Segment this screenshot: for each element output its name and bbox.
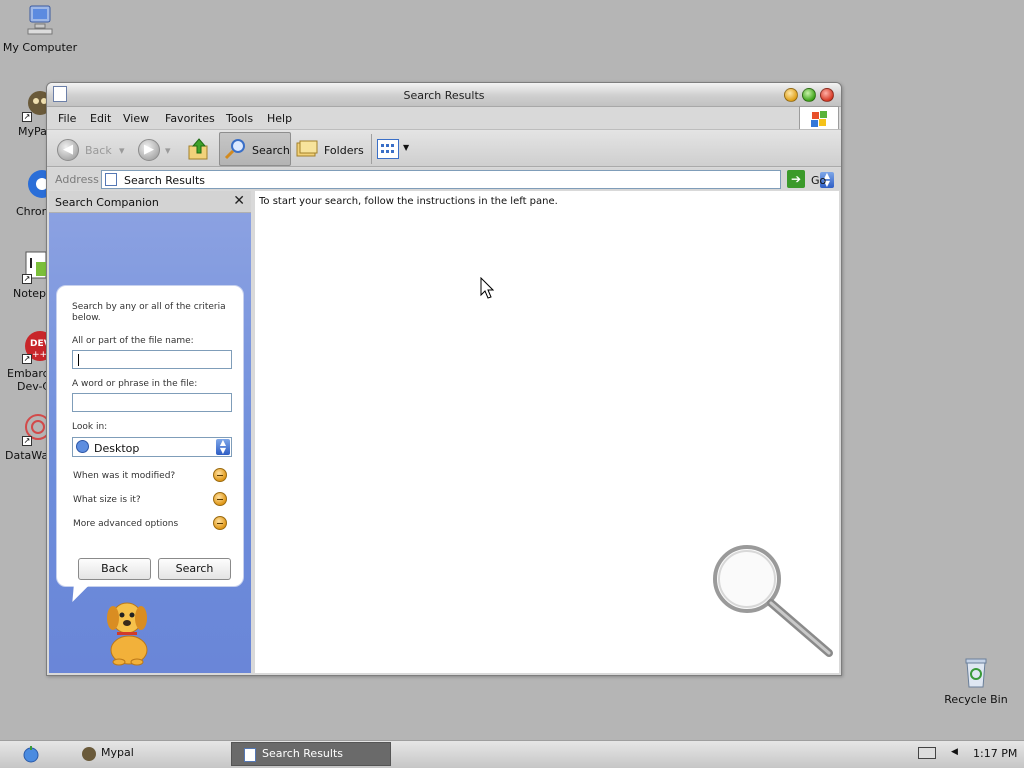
desktop-location-icon bbox=[76, 440, 89, 453]
back-button[interactable]: Back bbox=[85, 144, 112, 157]
desktop-icon-label: My Computer bbox=[2, 41, 78, 54]
taskbar-item-mypal[interactable]: Mypal bbox=[78, 742, 218, 766]
address-input[interactable]: Search Results ▲ ▼ bbox=[101, 170, 834, 189]
search-dog-icon bbox=[107, 602, 148, 666]
back-arrow-icon[interactable]: ◀ bbox=[57, 139, 79, 161]
file-name-input[interactable] bbox=[72, 350, 232, 369]
phrase-label: A word or phrase in the file: bbox=[72, 379, 198, 389]
search-results-small-icon bbox=[244, 748, 256, 762]
expand-advanced-icon[interactable] bbox=[213, 516, 227, 530]
window-title: Search Results bbox=[403, 89, 485, 102]
search-companion-pane: Search Companion ✕ Search by any or all … bbox=[49, 191, 251, 673]
close-pane-icon[interactable]: ✕ bbox=[233, 193, 245, 209]
views-button[interactable]: ▼ bbox=[377, 139, 413, 161]
menu-file[interactable]: File bbox=[58, 112, 76, 125]
taskbar-item-label: Mypal bbox=[101, 746, 134, 759]
back-button-pane[interactable]: Back bbox=[78, 558, 151, 580]
option-advanced[interactable]: More advanced options bbox=[73, 519, 178, 530]
file-name-label: All or part of the file name: bbox=[72, 336, 194, 346]
recycle-bin-icon bbox=[959, 656, 993, 690]
search-results-window: Search Results File Edit View Favorites … bbox=[46, 82, 842, 676]
desktop-icon-recycle-bin[interactable]: Recycle Bin bbox=[936, 656, 1016, 706]
windows-logo-icon bbox=[799, 106, 839, 130]
start-button-apple-icon[interactable] bbox=[22, 745, 40, 763]
option-modified[interactable]: When was it modified? bbox=[73, 471, 175, 482]
results-pane: To start your search, follow the instruc… bbox=[255, 191, 839, 673]
look-in-value: Desktop bbox=[94, 442, 140, 455]
mouse-cursor-icon bbox=[480, 277, 494, 299]
look-in-label: Look in: bbox=[72, 422, 108, 432]
search-button-label: Search bbox=[252, 144, 290, 157]
tray-expand-icon[interactable]: ◀ bbox=[951, 747, 958, 757]
toolbar: ◀ Back ▾ ▶ ▾ Search Folders ▼ bbox=[47, 129, 841, 167]
back-dropdown-icon[interactable]: ▾ bbox=[119, 144, 125, 157]
up-folder-icon bbox=[188, 138, 208, 160]
search-icon bbox=[224, 139, 245, 160]
search-button-pane[interactable]: Search bbox=[158, 558, 231, 580]
close-button[interactable] bbox=[820, 88, 834, 102]
mypal-small-icon bbox=[82, 747, 96, 761]
expand-modified-icon[interactable] bbox=[213, 468, 227, 482]
search-companion-header: Search Companion ✕ bbox=[49, 191, 251, 213]
menu-bar: File Edit View Favorites Tools Help bbox=[47, 108, 841, 128]
address-value: Search Results bbox=[124, 174, 206, 187]
expand-size-icon[interactable] bbox=[213, 492, 227, 506]
menu-edit[interactable]: Edit bbox=[90, 112, 111, 125]
menu-tools[interactable]: Tools bbox=[226, 112, 253, 125]
clock[interactable]: 1:17 PM bbox=[973, 747, 1017, 760]
address-label: Address bbox=[55, 173, 99, 186]
address-bar: Address Search Results ▲ ▼ ➔ Go bbox=[47, 168, 841, 190]
minimize-button[interactable] bbox=[784, 88, 798, 102]
forward-button[interactable]: ▶ bbox=[138, 139, 160, 161]
views-dropdown-icon: ▼ bbox=[403, 143, 410, 152]
desktop-icon-label: Recycle Bin bbox=[944, 693, 1008, 706]
taskbar: Mypal Search Results ◀ 1:17 PM bbox=[0, 740, 1024, 768]
search-toggle-button[interactable]: Search bbox=[219, 132, 291, 166]
text-caret bbox=[78, 354, 79, 366]
go-label: Go bbox=[811, 174, 827, 187]
folders-button[interactable]: Folders bbox=[296, 136, 368, 162]
look-in-dropdown-icon[interactable]: ▲ ▼ bbox=[216, 439, 230, 455]
taskbar-item-label: Search Results bbox=[262, 747, 344, 760]
taskbar-item-search-results[interactable]: Search Results bbox=[231, 742, 391, 766]
desktop-icon-my-computer[interactable]: My Computer bbox=[0, 4, 80, 54]
toolbar-separator bbox=[371, 134, 372, 164]
phrase-input[interactable] bbox=[72, 393, 232, 412]
menu-help[interactable]: Help bbox=[267, 112, 292, 125]
keyboard-icon[interactable] bbox=[918, 747, 936, 759]
search-criteria-panel: Search by any or all of the criteria bel… bbox=[56, 285, 244, 587]
up-folder-button[interactable] bbox=[187, 137, 211, 161]
svg-text:++: ++ bbox=[32, 350, 47, 360]
folders-button-label: Folders bbox=[324, 144, 364, 157]
menu-view[interactable]: View bbox=[123, 112, 149, 125]
magnifier-icon bbox=[713, 545, 833, 657]
go-arrow-icon: ➔ bbox=[787, 170, 805, 188]
search-results-page-icon bbox=[105, 173, 117, 186]
folders-icon bbox=[296, 140, 318, 157]
results-instructions: To start your search, follow the instruc… bbox=[259, 196, 558, 207]
go-button[interactable]: ➔ Go bbox=[787, 170, 833, 189]
search-intro-text: Search by any or all of the criteria bel… bbox=[72, 302, 226, 323]
menu-favorites[interactable]: Favorites bbox=[165, 112, 215, 125]
computer-icon bbox=[23, 4, 57, 38]
maximize-button[interactable] bbox=[802, 88, 816, 102]
title-bar[interactable]: Search Results bbox=[47, 83, 841, 107]
forward-dropdown-icon[interactable]: ▾ bbox=[165, 144, 171, 157]
option-size[interactable]: What size is it? bbox=[73, 495, 141, 506]
search-companion-title: Search Companion bbox=[55, 196, 159, 209]
views-icon bbox=[377, 139, 399, 159]
look-in-select[interactable]: Desktop ▲ ▼ bbox=[72, 437, 232, 457]
